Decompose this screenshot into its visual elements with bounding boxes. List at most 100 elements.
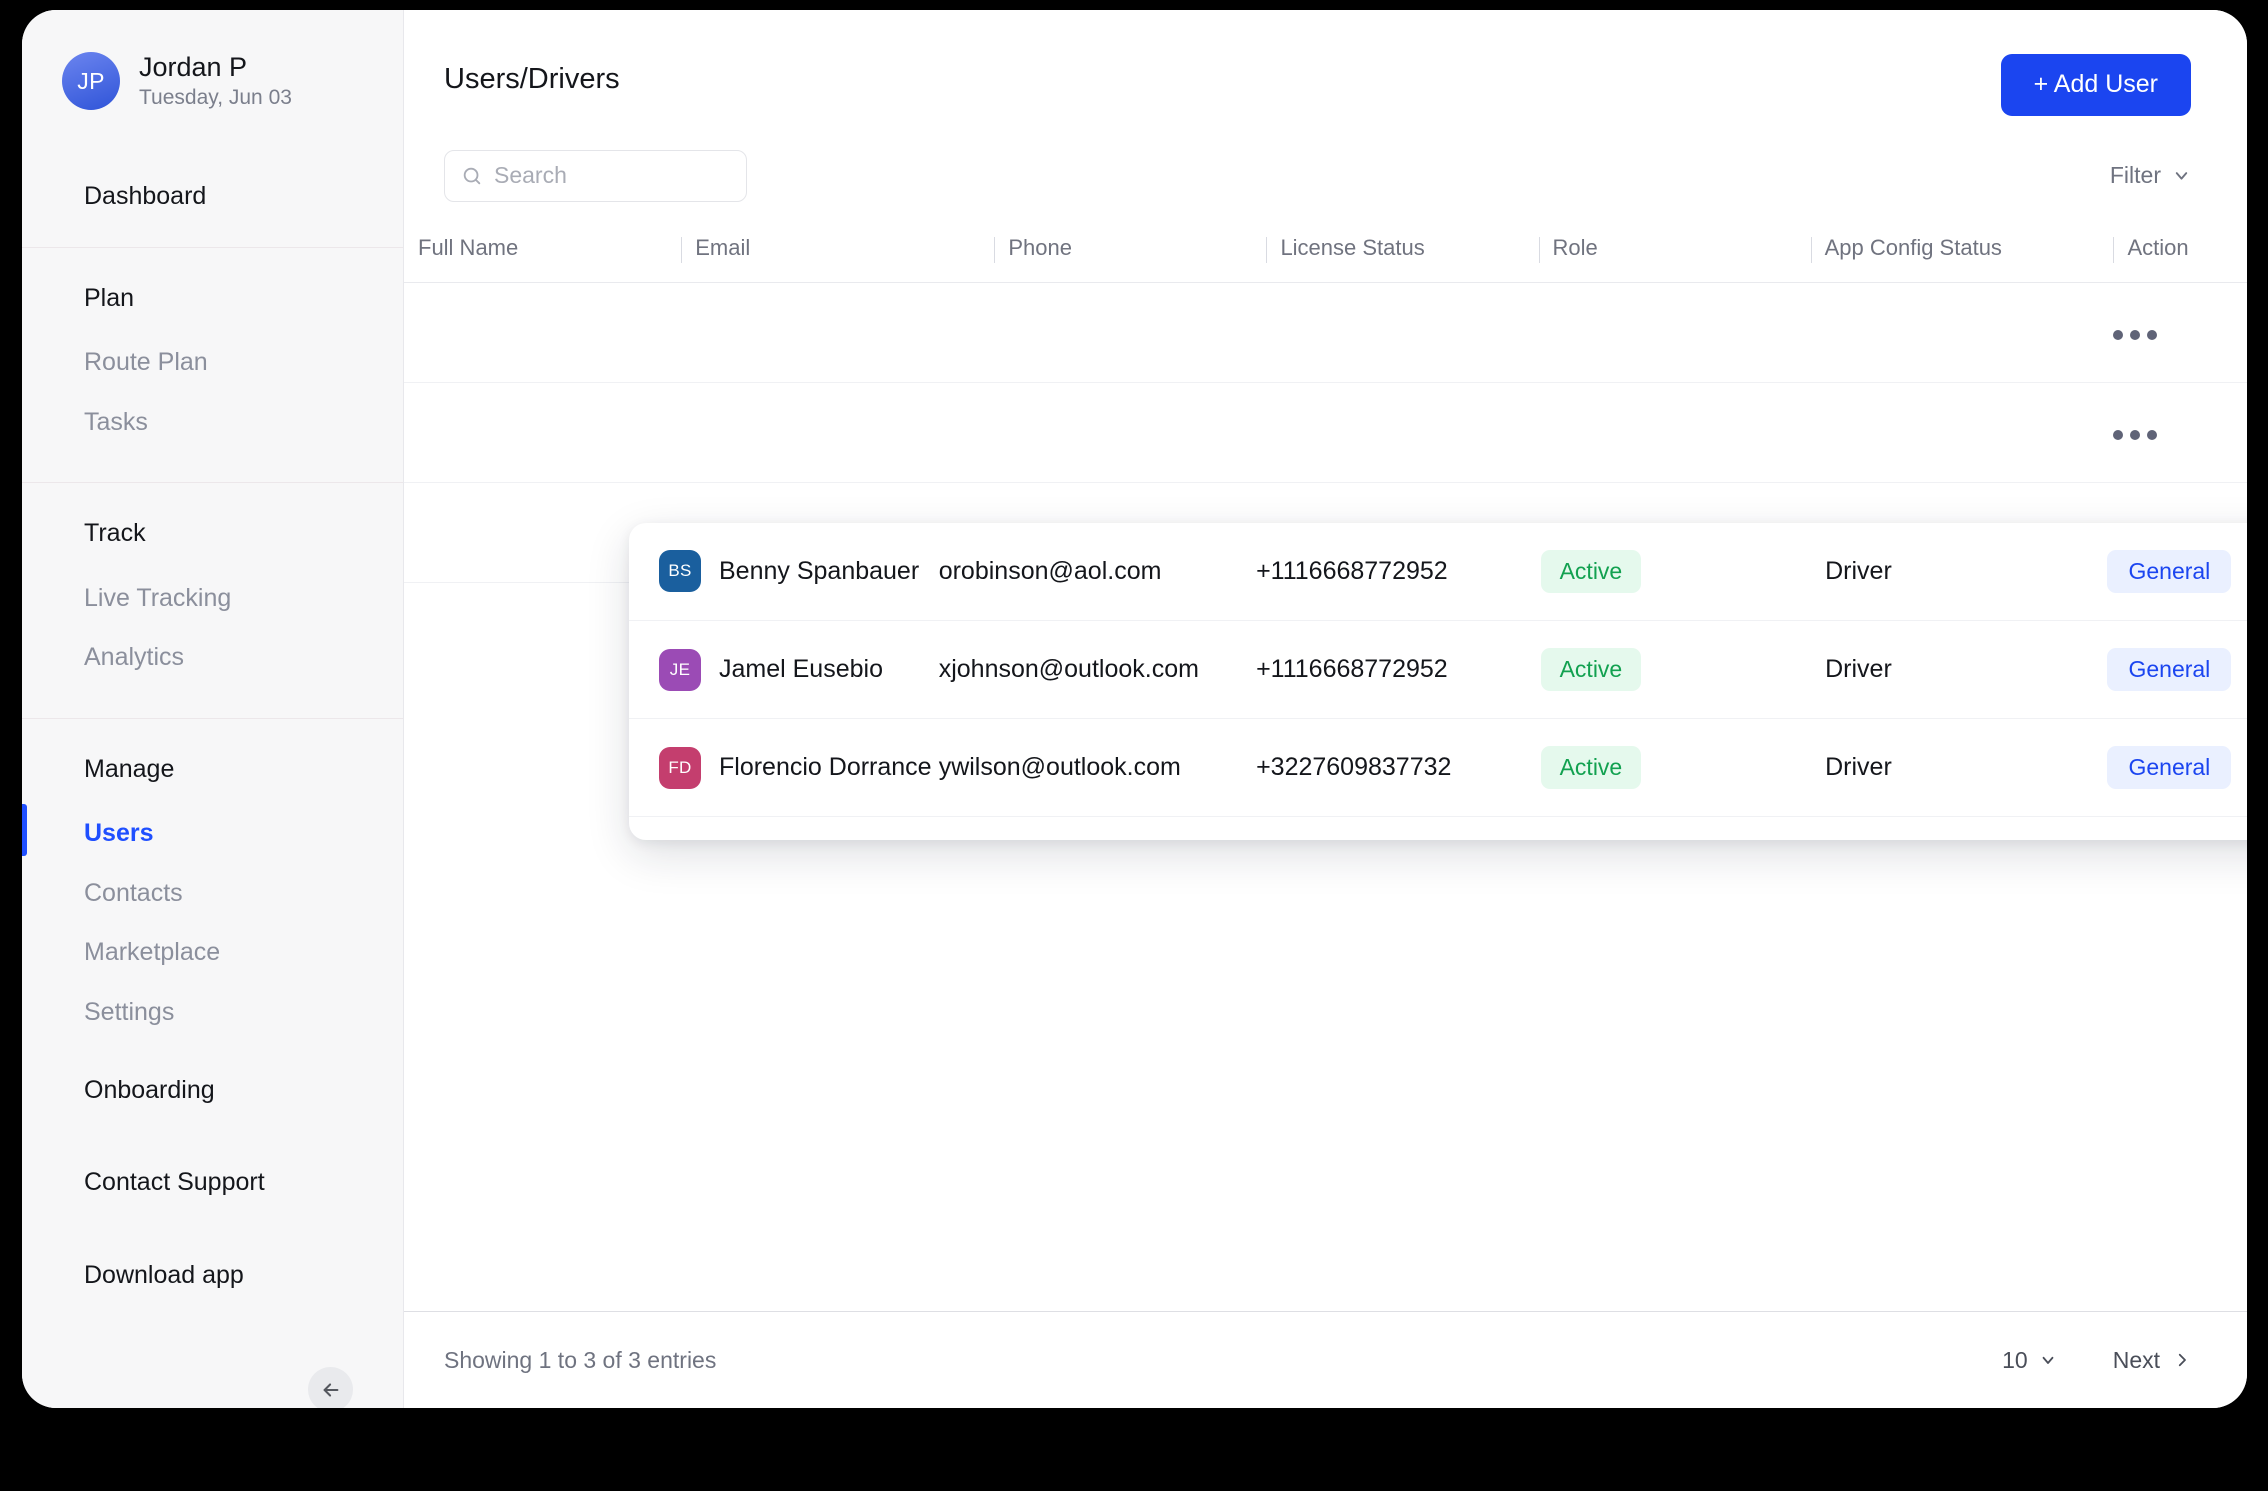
sidebar: JP Jordan P Tuesday, Jun 03 Dashboard Pl… <box>22 10 404 1408</box>
sidebar-group-track: Track Live Tracking Analytics <box>22 519 403 682</box>
search-icon <box>461 165 483 187</box>
cell-license-status: Active <box>1540 620 1826 719</box>
cell-license-status: Active <box>1540 718 1826 817</box>
rows-per-page-value: 10 <box>2002 1346 2028 1373</box>
cell-email: orobinson@aol.com <box>938 522 1257 621</box>
filter-label: Filter <box>2109 162 2161 188</box>
cell-app-config-status: General <box>2107 718 2247 817</box>
cell-role: Driver <box>1825 718 2108 817</box>
user-name: Florencio Dorrance <box>719 753 932 781</box>
main-header: Users/Drivers + Add User <box>404 10 2247 116</box>
users-floating-card: BS Benny Spanbauer orobinson@aol.com +11… <box>629 522 2247 840</box>
add-user-button[interactable]: + Add User <box>2000 54 2191 116</box>
table-footer: Showing 1 to 3 of 3 entries 10 Next <box>404 1311 2247 1408</box>
column-header-phone[interactable]: Phone <box>994 235 1266 283</box>
sidebar-item-onboarding[interactable]: Onboarding <box>84 1076 403 1105</box>
rows-per-page-select[interactable]: 10 <box>2002 1347 2057 1374</box>
table-row[interactable] <box>404 282 2247 383</box>
table-head: Full Name Email Phone License Status Rol… <box>404 235 2247 283</box>
sidebar-group-plan: Plan Route Plan Tasks <box>22 283 403 447</box>
sidebar-item-tasks[interactable]: Tasks <box>84 399 403 447</box>
filter-dropdown[interactable]: Filter <box>2110 162 2191 189</box>
cell-full-name: FD Florencio Dorrance <box>629 718 939 817</box>
chevron-right-icon <box>2173 1351 2191 1369</box>
next-page-button[interactable]: Next <box>2113 1347 2191 1374</box>
app-window: JP Jordan P Tuesday, Jun 03 Dashboard Pl… <box>22 10 2247 1408</box>
next-label: Next <box>2112 1346 2160 1373</box>
search-input[interactable] <box>494 162 730 189</box>
avatar: JE <box>659 648 701 691</box>
table-row[interactable] <box>404 382 2247 483</box>
column-header-full-name[interactable]: Full Name <box>404 235 681 283</box>
user-profile[interactable]: JP Jordan P Tuesday, Jun 03 <box>22 10 403 110</box>
cell-phone: +1116668772952 <box>1256 620 1541 719</box>
sidebar-item-contact-support[interactable]: Contact Support <box>84 1168 403 1197</box>
page-title: Users/Drivers <box>444 63 620 95</box>
table-toolbar: Filter <box>404 116 2247 202</box>
avatar: BS <box>659 550 701 593</box>
sidebar-group-title-manage: Manage <box>84 754 175 783</box>
avatar: FD <box>659 746 701 789</box>
user-name: Benny Spanbauer <box>719 556 920 585</box>
profile-date: Tuesday, Jun 03 <box>139 85 292 109</box>
app-config-badge: General <box>2107 647 2232 692</box>
more-horizontal-icon[interactable] <box>2113 329 2158 340</box>
sidebar-divider-3 <box>22 717 403 719</box>
cell-license-status: Active <box>1540 522 1826 621</box>
column-header-role[interactable]: Role <box>1538 235 1811 283</box>
sidebar-group-title-plan: Plan <box>84 283 135 312</box>
sidebar-bottom: Onboarding Contact Support Download app <box>22 1076 403 1408</box>
cell-role: Driver <box>1825 620 2108 719</box>
user-name: Jamel Eusebio <box>719 655 883 683</box>
profile-text: Jordan P Tuesday, Jun 03 <box>139 52 292 109</box>
cell-role: Driver <box>1825 522 2108 621</box>
status-badge: Active <box>1540 549 1642 593</box>
column-header-action: Action <box>2113 235 2247 283</box>
sidebar-nav: Dashboard Plan Route Plan Tasks Track Li… <box>22 110 403 1077</box>
sidebar-group-title-track: Track <box>84 519 146 547</box>
sidebar-item-users[interactable]: Users <box>22 804 403 858</box>
arrow-left-icon[interactable] <box>308 1367 353 1408</box>
sidebar-item-dashboard[interactable]: Dashboard <box>22 182 403 211</box>
main-content: Users/Drivers + Add User Filter <box>404 10 2247 1408</box>
cell-phone: +1116668772952 <box>1256 522 1541 621</box>
cell-full-name: BS Benny Spanbauer <box>629 522 939 621</box>
list-item[interactable]: FD Florencio Dorrance ywilson@outlook.co… <box>629 718 2247 817</box>
cell-email: xjohnson@outlook.com <box>938 620 1257 719</box>
status-badge: Active <box>1540 647 1642 692</box>
cell-full-name: JE Jamel Eusebio <box>629 620 939 719</box>
pagination-controls: 10 Next <box>2002 1347 2191 1374</box>
users-table-wrap: Full Name Email Phone License Status Rol… <box>404 235 2247 1312</box>
search-box[interactable] <box>444 149 747 202</box>
sidebar-divider-2 <box>22 482 403 483</box>
app-config-badge: General <box>2107 549 2232 593</box>
table-header-row: Full Name Email Phone License Status Rol… <box>404 235 2247 283</box>
app-config-badge: General <box>2107 745 2232 790</box>
cell-app-config-status: General <box>2107 522 2247 621</box>
more-horizontal-icon[interactable] <box>2113 429 2158 440</box>
profile-name: Jordan P <box>139 52 248 83</box>
sidebar-item-settings[interactable]: Settings <box>84 989 403 1037</box>
chevron-down-icon <box>2039 1351 2057 1369</box>
sidebar-item-download-app[interactable]: Download app <box>84 1261 403 1290</box>
floating-users-table: BS Benny Spanbauer orobinson@aol.com +11… <box>629 522 2247 817</box>
sidebar-divider-1 <box>22 246 403 248</box>
sidebar-item-analytics[interactable]: Analytics <box>84 634 403 682</box>
list-item[interactable]: BS Benny Spanbauer orobinson@aol.com +11… <box>629 522 2247 621</box>
column-header-email[interactable]: Email <box>681 235 994 283</box>
cell-email: ywilson@outlook.com <box>938 718 1257 817</box>
sidebar-item-route-plan[interactable]: Route Plan <box>84 339 403 387</box>
column-header-app-config-status[interactable]: App Config Status <box>1810 235 2114 283</box>
column-header-license-status[interactable]: License Status <box>1266 235 1538 283</box>
chevron-down-icon <box>2172 166 2191 185</box>
avatar: JP <box>62 52 120 110</box>
row-action-button[interactable] <box>2113 382 2247 483</box>
sidebar-item-live-tracking[interactable]: Live Tracking <box>84 575 403 623</box>
sidebar-group-manage: Manage Users Contacts Marketplace Settin… <box>22 754 403 1037</box>
sidebar-item-marketplace[interactable]: Marketplace <box>84 929 403 977</box>
list-item[interactable]: JE Jamel Eusebio xjohnson@outlook.com +1… <box>629 620 2247 719</box>
cell-app-config-status: General <box>2107 620 2247 719</box>
sidebar-item-contacts[interactable]: Contacts <box>84 870 403 918</box>
row-action-button[interactable] <box>2113 282 2247 383</box>
entries-summary: Showing 1 to 3 of 3 entries <box>444 1346 717 1373</box>
